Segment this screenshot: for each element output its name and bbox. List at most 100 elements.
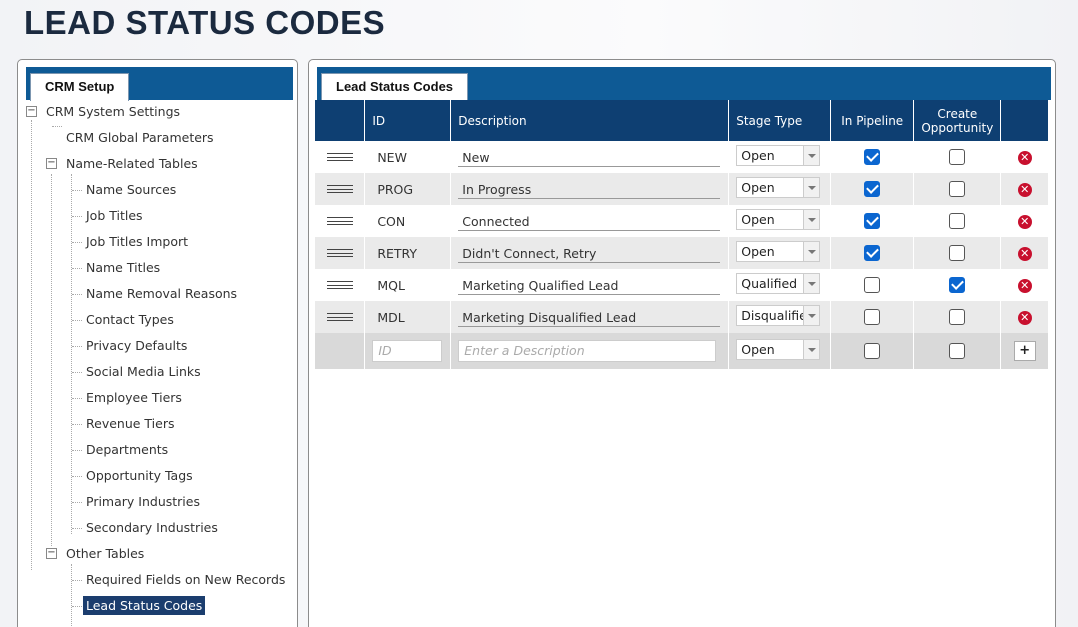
delete-icon[interactable]: ✕ (1017, 183, 1032, 197)
header-stage-type: Stage Type (728, 100, 832, 141)
table-header-row: ID Description Stage Type In Pipeline Cr… (315, 100, 1049, 141)
drag-handle-icon[interactable] (327, 153, 353, 161)
tree-item-opportunity-tags[interactable]: Opportunity Tags (86, 465, 193, 487)
drag-handle-icon[interactable] (327, 281, 353, 289)
table-row: MDL Marketing Disqualified Lead Disqualifi… (315, 301, 1049, 333)
header-in-pipeline: In Pipeline (830, 100, 915, 141)
tree-item-job-titles[interactable]: Job Titles (86, 205, 143, 227)
sidebar-tab-bar: CRM Setup (26, 67, 293, 101)
row-stage-select[interactable]: Open (736, 177, 821, 198)
tree-item-other-tables[interactable]: Other Tables (66, 543, 144, 565)
table-row: CON Connected Open ✕ (315, 205, 1049, 237)
tree-item-social-media-links[interactable]: Social Media Links (86, 361, 201, 383)
tree-item-privacy-defaults[interactable]: Privacy Defaults (86, 335, 187, 357)
tree-item-crm-system-settings[interactable]: CRM System Settings (46, 101, 180, 123)
in-pipeline-checkbox[interactable] (864, 309, 881, 326)
tree-item-contact-types[interactable]: Contact Types (86, 309, 174, 331)
create-opportunity-checkbox[interactable] (949, 309, 966, 326)
tree-item-required-fields[interactable]: Required Fields on New Records (86, 569, 285, 591)
table-row: NEW New Open ✕ (315, 141, 1049, 173)
collapse-icon[interactable]: − (26, 106, 37, 117)
tree-item-departments[interactable]: Departments (86, 439, 168, 461)
chevron-down-icon (803, 274, 820, 293)
new-in-pipeline-checkbox[interactable] (864, 343, 881, 360)
create-opportunity-checkbox[interactable] (949, 245, 966, 262)
tree-item-employee-tiers[interactable]: Employee Tiers (86, 387, 182, 409)
row-description-input[interactable]: In Progress (458, 180, 721, 199)
tab-lead-status-codes[interactable]: Lead Status Codes (321, 73, 469, 101)
drag-handle-icon[interactable] (327, 249, 353, 257)
new-description-input[interactable]: Enter a Description (458, 340, 717, 362)
tree-item-name-related-tables[interactable]: Name-Related Tables (66, 153, 198, 175)
main-tab-bar: Lead Status Codes (317, 67, 1051, 101)
chevron-down-icon (803, 340, 820, 359)
create-opportunity-checkbox[interactable] (949, 277, 966, 294)
drag-handle-icon[interactable] (327, 217, 353, 225)
tree-item-primary-industries[interactable]: Primary Industries (86, 491, 200, 513)
chevron-down-icon (803, 178, 820, 197)
row-stage-select[interactable]: Open (736, 241, 821, 262)
tree-item-name-sources[interactable]: Name Sources (86, 179, 176, 201)
row-id: PROG (377, 181, 414, 197)
chevron-down-icon (803, 146, 820, 165)
tree-item-job-titles-import[interactable]: Job Titles Import (86, 231, 188, 253)
page-title: LEAD STATUS CODES (24, 4, 386, 41)
row-stage-select[interactable]: Open (736, 209, 821, 230)
table-row: MQL Marketing Qualified Lead Qualified ✕ (315, 269, 1049, 301)
create-opportunity-checkbox[interactable] (949, 213, 966, 230)
row-id: MQL (377, 277, 405, 293)
collapse-icon[interactable]: − (46, 548, 57, 559)
delete-icon[interactable]: ✕ (1017, 279, 1032, 293)
delete-icon[interactable]: ✕ (1017, 215, 1032, 229)
sidebar-panel: CRM Setup − CRM System Settings CRM Glob… (17, 59, 298, 627)
chevron-down-icon (803, 306, 820, 325)
tree-item-secondary-industries[interactable]: Secondary Industries (86, 517, 218, 539)
main-panel: Lead Status Codes ID Description Stage T… (308, 59, 1056, 627)
in-pipeline-checkbox[interactable] (864, 245, 881, 262)
tree-item-name-titles[interactable]: Name Titles (86, 257, 160, 279)
chevron-down-icon (803, 242, 820, 261)
drag-handle-icon[interactable] (327, 313, 353, 321)
in-pipeline-checkbox[interactable] (864, 277, 881, 294)
create-opportunity-checkbox[interactable] (949, 149, 966, 166)
new-stage-select[interactable]: Open (736, 339, 821, 360)
header-description: Description (450, 100, 730, 141)
delete-icon[interactable]: ✕ (1017, 311, 1032, 325)
row-description-input[interactable]: Didn't Connect, Retry (458, 244, 721, 263)
header-actions (1000, 100, 1049, 141)
delete-icon[interactable]: ✕ (1017, 247, 1032, 261)
lead-status-table: ID Description Stage Type In Pipeline Cr… (315, 100, 1049, 369)
tree-item-crm-global-parameters[interactable]: CRM Global Parameters (66, 127, 214, 149)
row-id: MDL (377, 309, 405, 325)
create-opportunity-checkbox[interactable] (949, 181, 966, 198)
tree-item-lead-status-codes[interactable]: Lead Status Codes (83, 595, 206, 617)
row-id: NEW (377, 149, 407, 165)
row-id: CON (377, 213, 406, 229)
in-pipeline-checkbox[interactable] (864, 213, 881, 230)
chevron-down-icon (803, 210, 820, 229)
row-stage-select[interactable]: Disqualifie (736, 305, 821, 326)
new-id-input[interactable]: ID (372, 340, 443, 362)
in-pipeline-checkbox[interactable] (864, 149, 881, 166)
table-row: PROG In Progress Open ✕ (315, 173, 1049, 205)
header-id: ID (364, 100, 452, 141)
row-description-input[interactable]: Connected (458, 212, 721, 231)
header-create-opportunity: Create Opportunity (913, 100, 1002, 141)
new-row: ID Enter a Description Open + (315, 333, 1049, 369)
row-stage-select[interactable]: Open (736, 145, 821, 166)
delete-icon[interactable]: ✕ (1017, 151, 1032, 165)
tree-item-revenue-tiers[interactable]: Revenue Tiers (86, 413, 174, 435)
collapse-icon[interactable]: − (46, 158, 57, 169)
row-description-input[interactable]: Marketing Qualified Lead (458, 276, 721, 295)
header-drag (315, 100, 366, 141)
add-button[interactable]: + (1013, 341, 1036, 361)
new-create-opportunity-checkbox[interactable] (949, 343, 966, 360)
table-row: RETRY Didn't Connect, Retry Open ✕ (315, 237, 1049, 269)
tab-crm-setup[interactable]: CRM Setup (30, 73, 130, 101)
tree-item-name-removal-reasons[interactable]: Name Removal Reasons (86, 283, 237, 305)
drag-handle-icon[interactable] (327, 185, 353, 193)
row-stage-select[interactable]: Qualified (736, 273, 821, 294)
row-description-input[interactable]: New (458, 148, 721, 167)
in-pipeline-checkbox[interactable] (864, 181, 881, 198)
row-description-input[interactable]: Marketing Disqualified Lead (458, 308, 721, 327)
